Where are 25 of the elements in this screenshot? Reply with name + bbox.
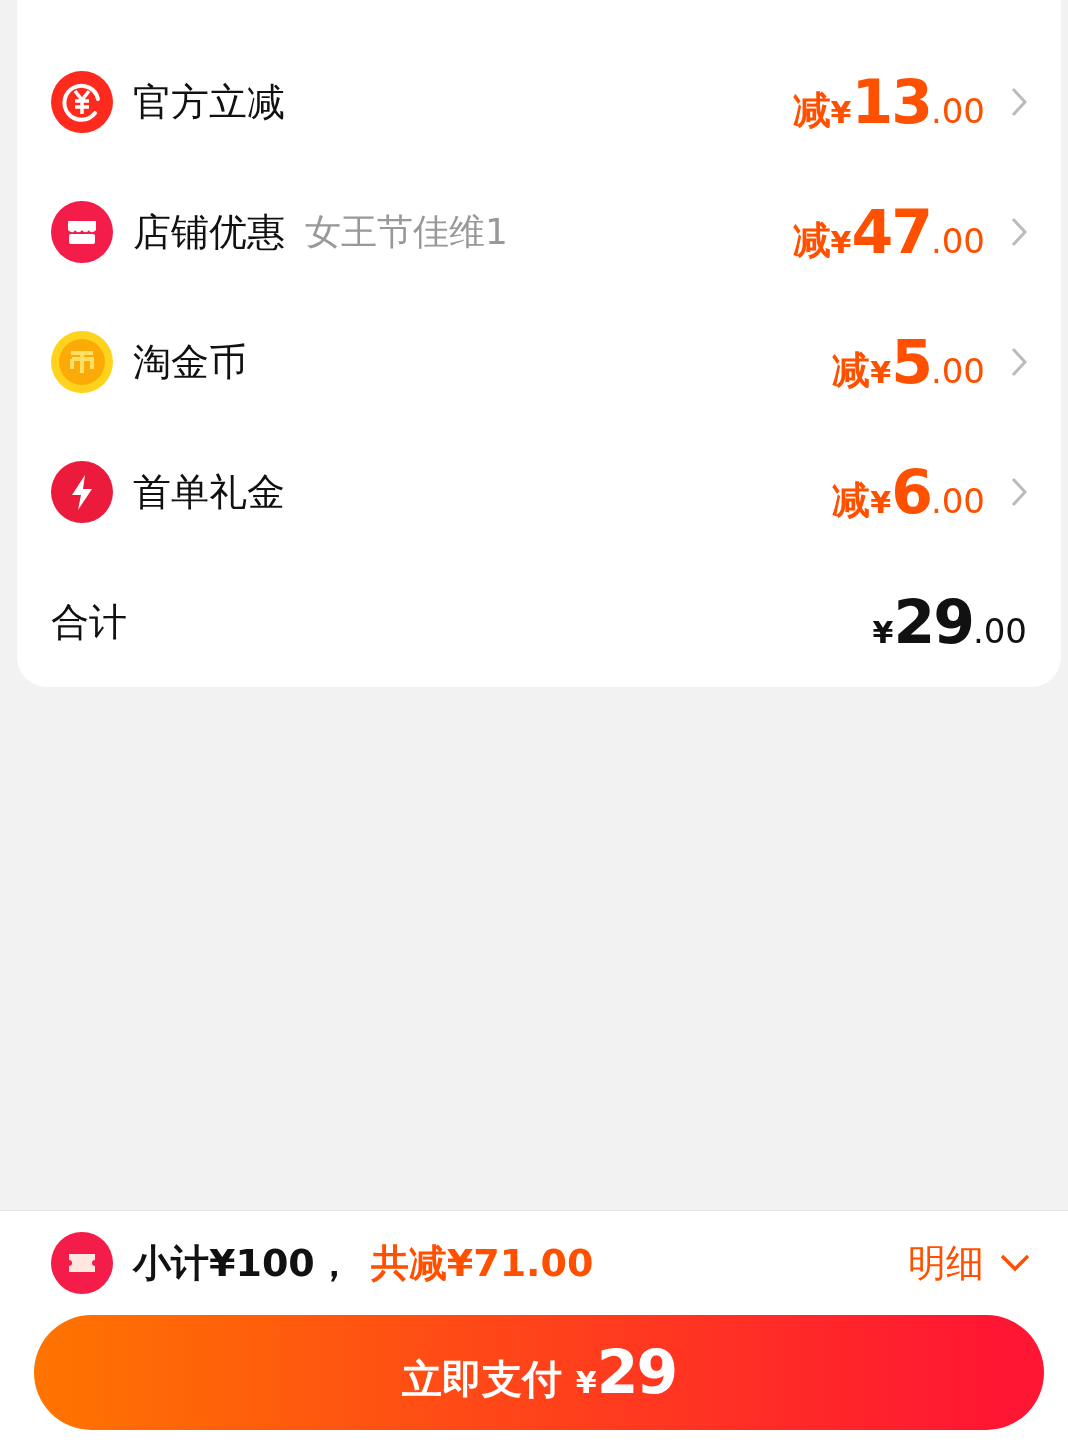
- chevron-down-icon: [1000, 1254, 1030, 1272]
- discount-label: 首单礼金: [133, 468, 285, 516]
- discount-label: 官方立减: [133, 78, 285, 126]
- coin-icon: [51, 331, 113, 393]
- chevron-right-icon: [1011, 477, 1027, 507]
- ticket-icon: [51, 1232, 113, 1294]
- chevron-right-icon: [1011, 347, 1027, 377]
- chevron-right-icon: [1011, 87, 1027, 117]
- total-label: 合计: [51, 598, 127, 646]
- details-toggle[interactable]: 明细: [908, 1237, 1030, 1289]
- total-amount: ¥29.00: [872, 592, 1027, 652]
- yuan-coupon-icon: [51, 71, 113, 133]
- store-icon: [51, 201, 113, 263]
- subtotal-text: 小计¥100，: [133, 1239, 353, 1287]
- discount-amount[interactable]: 减¥6.00: [832, 462, 985, 522]
- discount-amount[interactable]: 减¥13.00: [792, 72, 985, 132]
- discount-amount[interactable]: 减¥47.00: [792, 202, 985, 262]
- discount-label: 淘金币: [133, 338, 247, 386]
- discount-label: 店铺优惠: [133, 208, 285, 256]
- lightning-icon: [51, 461, 113, 523]
- total-saved-text: 共减¥71.00: [370, 1239, 594, 1287]
- chevron-right-icon: [1011, 217, 1027, 247]
- discount-note: 女王节佳维1: [305, 209, 508, 254]
- pay-now-button[interactable]: 立即支付 ¥29: [34, 1315, 1044, 1430]
- discount-amount[interactable]: 减¥5.00: [832, 332, 985, 392]
